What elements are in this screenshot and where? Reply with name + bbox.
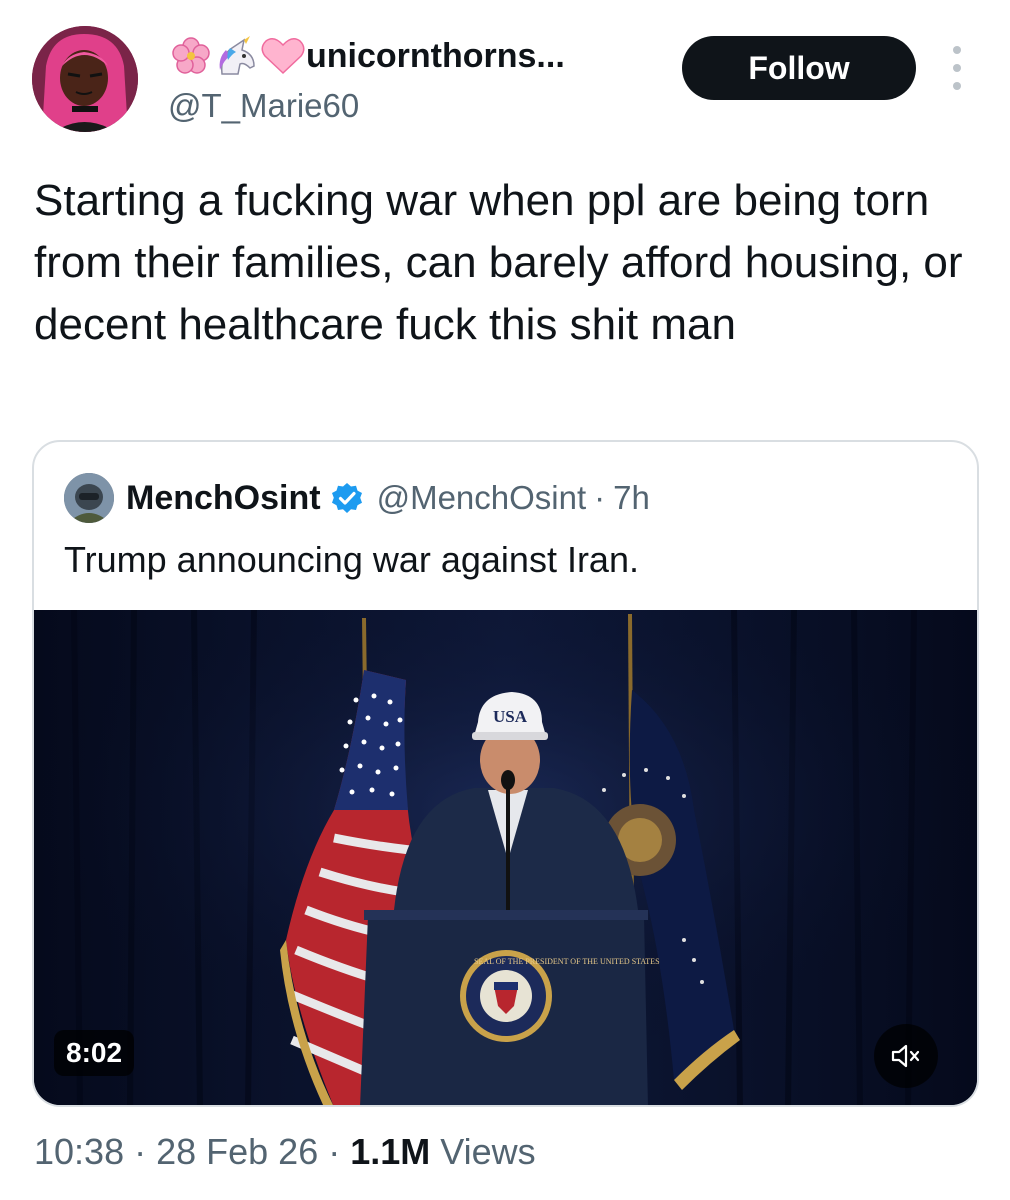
quoted-tweet-text: Trump announcing war against Iran.	[64, 539, 639, 580]
quoted-tweet-header: MenchOsint @MenchOsint · 7h	[64, 470, 650, 526]
unicorn-icon	[214, 36, 260, 76]
quoted-handle[interactable]: @MenchOsint	[377, 479, 587, 517]
views-label: Views	[440, 1131, 536, 1172]
quoted-timestamp[interactable]: 7h	[613, 479, 650, 517]
meta-separator: ·	[328, 1131, 341, 1172]
tweet-date[interactable]: 28 Feb 26	[156, 1131, 318, 1172]
meta-separator: ·	[134, 1131, 147, 1172]
author-handle[interactable]: @T_Marie60	[168, 84, 565, 128]
video-player[interactable]: USA SEAL OF THE PRESIDENT OF THE UNITED …	[34, 610, 977, 1105]
tweet-detail-page: unicornthorns... @T_Marie60 Follow Start…	[0, 0, 1010, 1200]
author-identity: unicornthorns... @T_Marie60	[168, 34, 565, 128]
cherry-blossom-icon	[168, 36, 214, 76]
author-display-name-text: unicornthorns...	[306, 37, 565, 75]
quoted-display-name[interactable]: MenchOsint	[126, 479, 321, 518]
pink-heart-icon	[260, 36, 306, 76]
tweet-text: Starting a fucking war when ppl are bein…	[34, 176, 963, 349]
seal-ring-text: SEAL OF THE PRESIDENT OF THE UNITED STAT…	[474, 957, 660, 966]
more-dot	[953, 82, 961, 90]
tweet-time[interactable]: 10:38	[34, 1131, 124, 1172]
author-avatar[interactable]	[32, 26, 138, 132]
quoted-author-avatar[interactable]	[64, 473, 114, 523]
mute-icon[interactable]	[874, 1024, 938, 1088]
views-count: 1.1M	[350, 1131, 431, 1172]
cap-text: USA	[493, 707, 528, 726]
more-dot	[953, 46, 961, 54]
follow-button[interactable]: Follow	[682, 36, 916, 100]
author-display-name[interactable]: unicornthorns...	[168, 34, 565, 78]
video-duration: 8:02	[54, 1030, 135, 1076]
more-dot	[953, 64, 961, 72]
video-frame: USA SEAL OF THE PRESIDENT OF THE UNITED …	[34, 610, 977, 1105]
quoted-tweet-card[interactable]: MenchOsint @MenchOsint · 7h Trump announ…	[32, 440, 979, 1107]
verified-badge-icon	[331, 483, 362, 513]
tweet-meta: 10:38 · 28 Feb 26 · 1.1M Views	[34, 1128, 536, 1176]
more-options-icon[interactable]	[944, 46, 970, 90]
quoted-separator: ·	[594, 479, 606, 516]
